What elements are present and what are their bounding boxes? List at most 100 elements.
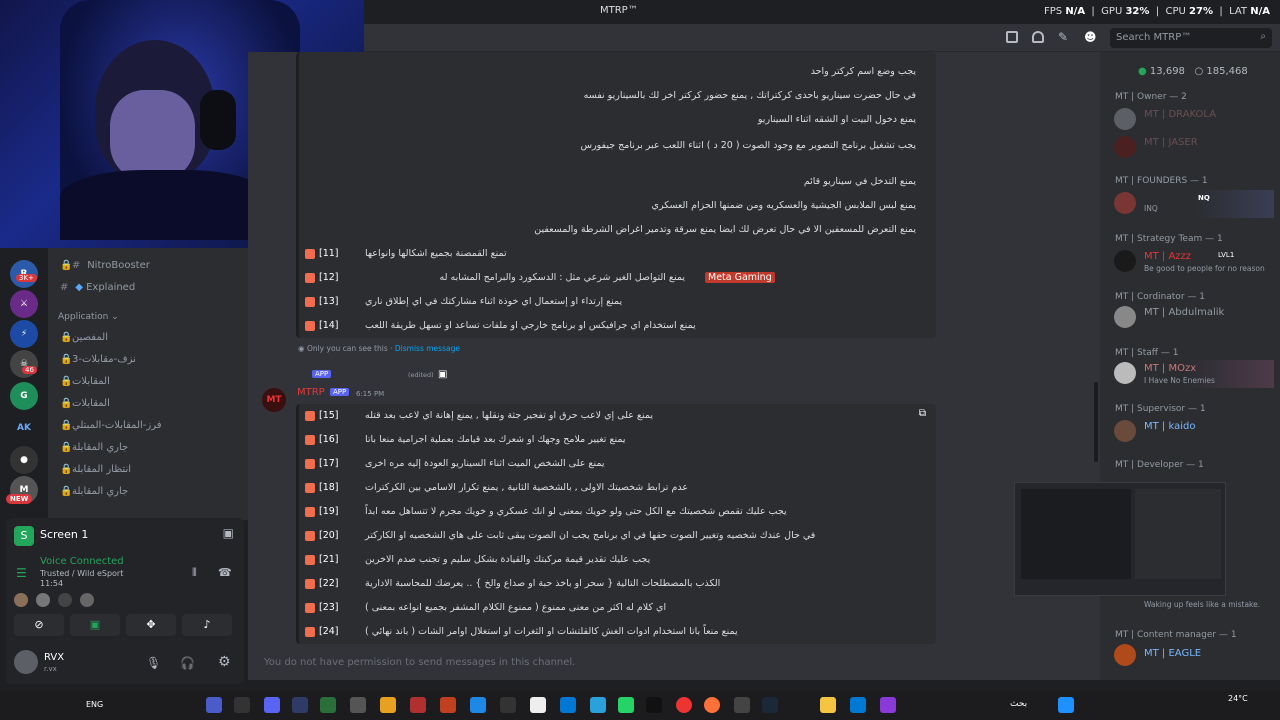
app-icon[interactable] — [206, 697, 222, 713]
server-icon[interactable]: G — [10, 382, 38, 410]
member-group: MT | Staff — 1 — [1115, 348, 1179, 358]
steam-icon[interactable] — [762, 697, 778, 713]
gear-icon[interactable]: ⚙ — [218, 654, 231, 670]
camera-off-button[interactable]: ⊘ — [14, 614, 64, 636]
dismiss-link[interactable]: Dismiss message — [395, 344, 460, 353]
app-icon[interactable] — [470, 697, 486, 713]
channel-item-explained[interactable]: # ◆ Explained — [60, 282, 135, 293]
message-input[interactable]: You do not have permission to send messa… — [256, 652, 1092, 674]
avatar[interactable] — [14, 650, 38, 674]
member-item[interactable]: MT | EAGLE — [1114, 642, 1274, 670]
rule-line: [15] يمنع على إي لاعب حرق او تفجير جثة ون… — [305, 410, 936, 421]
share-screen-button[interactable]: ▣ — [70, 614, 120, 636]
rule-line: [11] تمنع القمصنة بجميع اشكالها وانواعها — [305, 248, 936, 259]
warning-icon — [305, 434, 315, 445]
server-icon[interactable]: AK — [10, 414, 38, 442]
app-icon[interactable] — [850, 697, 866, 713]
member-item[interactable]: MT | Abdulmalik — [1114, 304, 1274, 332]
rule-line: [19] يجب عليك تقمص شخصيتك مع الكل حتى ولو… — [305, 506, 936, 517]
chrome-icon[interactable] — [676, 697, 692, 713]
warning-icon — [305, 410, 315, 421]
noise-icon[interactable]: ⦀ — [192, 566, 197, 580]
headphones-icon[interactable]: 🎧 — [180, 656, 195, 670]
channel-item-app[interactable]: 🔒المقابلات — [60, 376, 110, 387]
threads-icon[interactable] — [1006, 31, 1018, 43]
member-item[interactable]: MT | MOzx I Have No Enemies — [1114, 360, 1274, 388]
close-preview-icon[interactable]: ▣ — [223, 526, 234, 540]
member-item[interactable]: MT | kaido — [1114, 418, 1274, 446]
lock-icon: 🔒 — [60, 332, 73, 343]
tiktok-icon[interactable] — [646, 697, 662, 713]
channel-item-app[interactable]: 🔒3-نزف-مقابلات — [60, 354, 136, 365]
category-application[interactable]: Application ⌄ — [58, 312, 119, 322]
channel-item-app[interactable]: 🔒فرز-المقابلات-المبتلي — [60, 420, 162, 431]
member-group: MT | Owner — 2 — [1115, 92, 1187, 102]
search-input[interactable]: Search MTRP™ ⌕ — [1110, 28, 1272, 48]
members-toggle-icon[interactable]: ☻ — [1084, 30, 1097, 44]
discord-icon[interactable] — [264, 697, 280, 713]
app-icon[interactable] — [380, 697, 396, 713]
app-icon[interactable] — [560, 697, 576, 713]
scrollbar[interactable] — [1094, 382, 1098, 462]
hash-icon: # — [72, 260, 81, 271]
app-icon[interactable] — [350, 697, 366, 713]
whatsapp-icon[interactable] — [618, 697, 634, 713]
disconnect-icon[interactable]: ☎ — [218, 566, 232, 579]
app-icon[interactable] — [734, 697, 750, 713]
soundboard-button[interactable]: ♪ — [182, 614, 232, 636]
app-icon[interactable] — [410, 697, 426, 713]
channel-item-nitrobooster[interactable]: 🔒# NitroBooster — [60, 260, 150, 271]
mute-bell-icon[interactable] — [1032, 31, 1044, 43]
warning-icon — [305, 626, 315, 637]
windows-start-icon[interactable] — [1058, 697, 1074, 713]
server-icon[interactable]: ● — [10, 446, 38, 474]
avatar — [1114, 644, 1136, 666]
member-item[interactable]: INQ NQ — [1114, 190, 1274, 218]
app-icon[interactable] — [320, 697, 336, 713]
activities-button[interactable]: ✥ — [126, 614, 176, 636]
screen-share-preview[interactable] — [1014, 482, 1226, 596]
meta-gaming-tag: Meta Gaming — [705, 272, 775, 283]
voice-panel: S Screen 1 ▣ ☰ Voice Connected Trusted /… — [6, 518, 244, 684]
member-item[interactable]: MT | DRAKOLA — [1114, 106, 1274, 134]
folder-icon[interactable] — [820, 697, 836, 713]
author-avatar[interactable]: MT — [262, 388, 286, 412]
app-icon[interactable] — [440, 697, 456, 713]
new-badge: NEW — [6, 494, 33, 504]
member-item[interactable]: MT | Azzz LVL1 Be good to people for no re… — [1114, 248, 1274, 276]
app-icon[interactable] — [590, 697, 606, 713]
lock-icon: 🔒 — [60, 398, 73, 409]
message-author[interactable]: MTRP — [297, 387, 325, 398]
voice-channel[interactable]: Trusted / Wild eSport — [40, 569, 123, 578]
member-item[interactable]: MT | JASER — [1114, 134, 1274, 162]
avatar — [1114, 108, 1136, 130]
warning-icon — [305, 602, 315, 613]
app-icon[interactable] — [880, 697, 896, 713]
rules-embed-2: ⧉ [15] يمنع على إي لاعب حرق او تفجير جثة … — [296, 404, 936, 644]
user-panel[interactable]: RVX r.vx 🎙 🎧 ⚙ — [6, 646, 244, 682]
app-icon[interactable] — [500, 697, 516, 713]
app-icon[interactable] — [234, 697, 250, 713]
channel-item-app[interactable]: 🔒المفصين — [60, 332, 108, 343]
channel-item-app[interactable]: 🔒انتظار المقابلة — [60, 464, 131, 475]
weather-temp[interactable]: 24°C — [1228, 694, 1248, 703]
server-icon[interactable]: ⚔ — [10, 290, 38, 318]
microphone-icon[interactable]: 🎙 — [146, 656, 161, 670]
server-icon[interactable]: ⚡ — [10, 320, 38, 348]
warning-icon — [305, 272, 315, 283]
app-icon[interactable] — [530, 697, 546, 713]
nq-badge: NQ — [1198, 194, 1210, 202]
taskbar-search[interactable]: بحث — [1010, 699, 1027, 709]
member-item[interactable]: Waking up feels like a mistake. — [1114, 592, 1274, 620]
channel-item-app[interactable]: 🔒جاري المقابلة — [60, 486, 128, 497]
unread-badge: 46 — [22, 366, 37, 374]
signal-icon: ☰ — [16, 566, 27, 580]
channel-item-app[interactable]: 🔒جاري المقابلة — [60, 442, 128, 453]
language-indicator[interactable]: ENG — [86, 700, 103, 709]
firefox-icon[interactable] — [704, 697, 720, 713]
pin-icon[interactable]: ✎ — [1058, 30, 1068, 44]
member-group: MT | Strategy Team — 1 — [1115, 234, 1223, 244]
rule-line: [20] في حال عندك شخصيه وتغيير الصوت حقها … — [305, 530, 936, 541]
channel-item-app[interactable]: 🔒المقابلات — [60, 398, 110, 409]
app-icon[interactable] — [292, 697, 308, 713]
